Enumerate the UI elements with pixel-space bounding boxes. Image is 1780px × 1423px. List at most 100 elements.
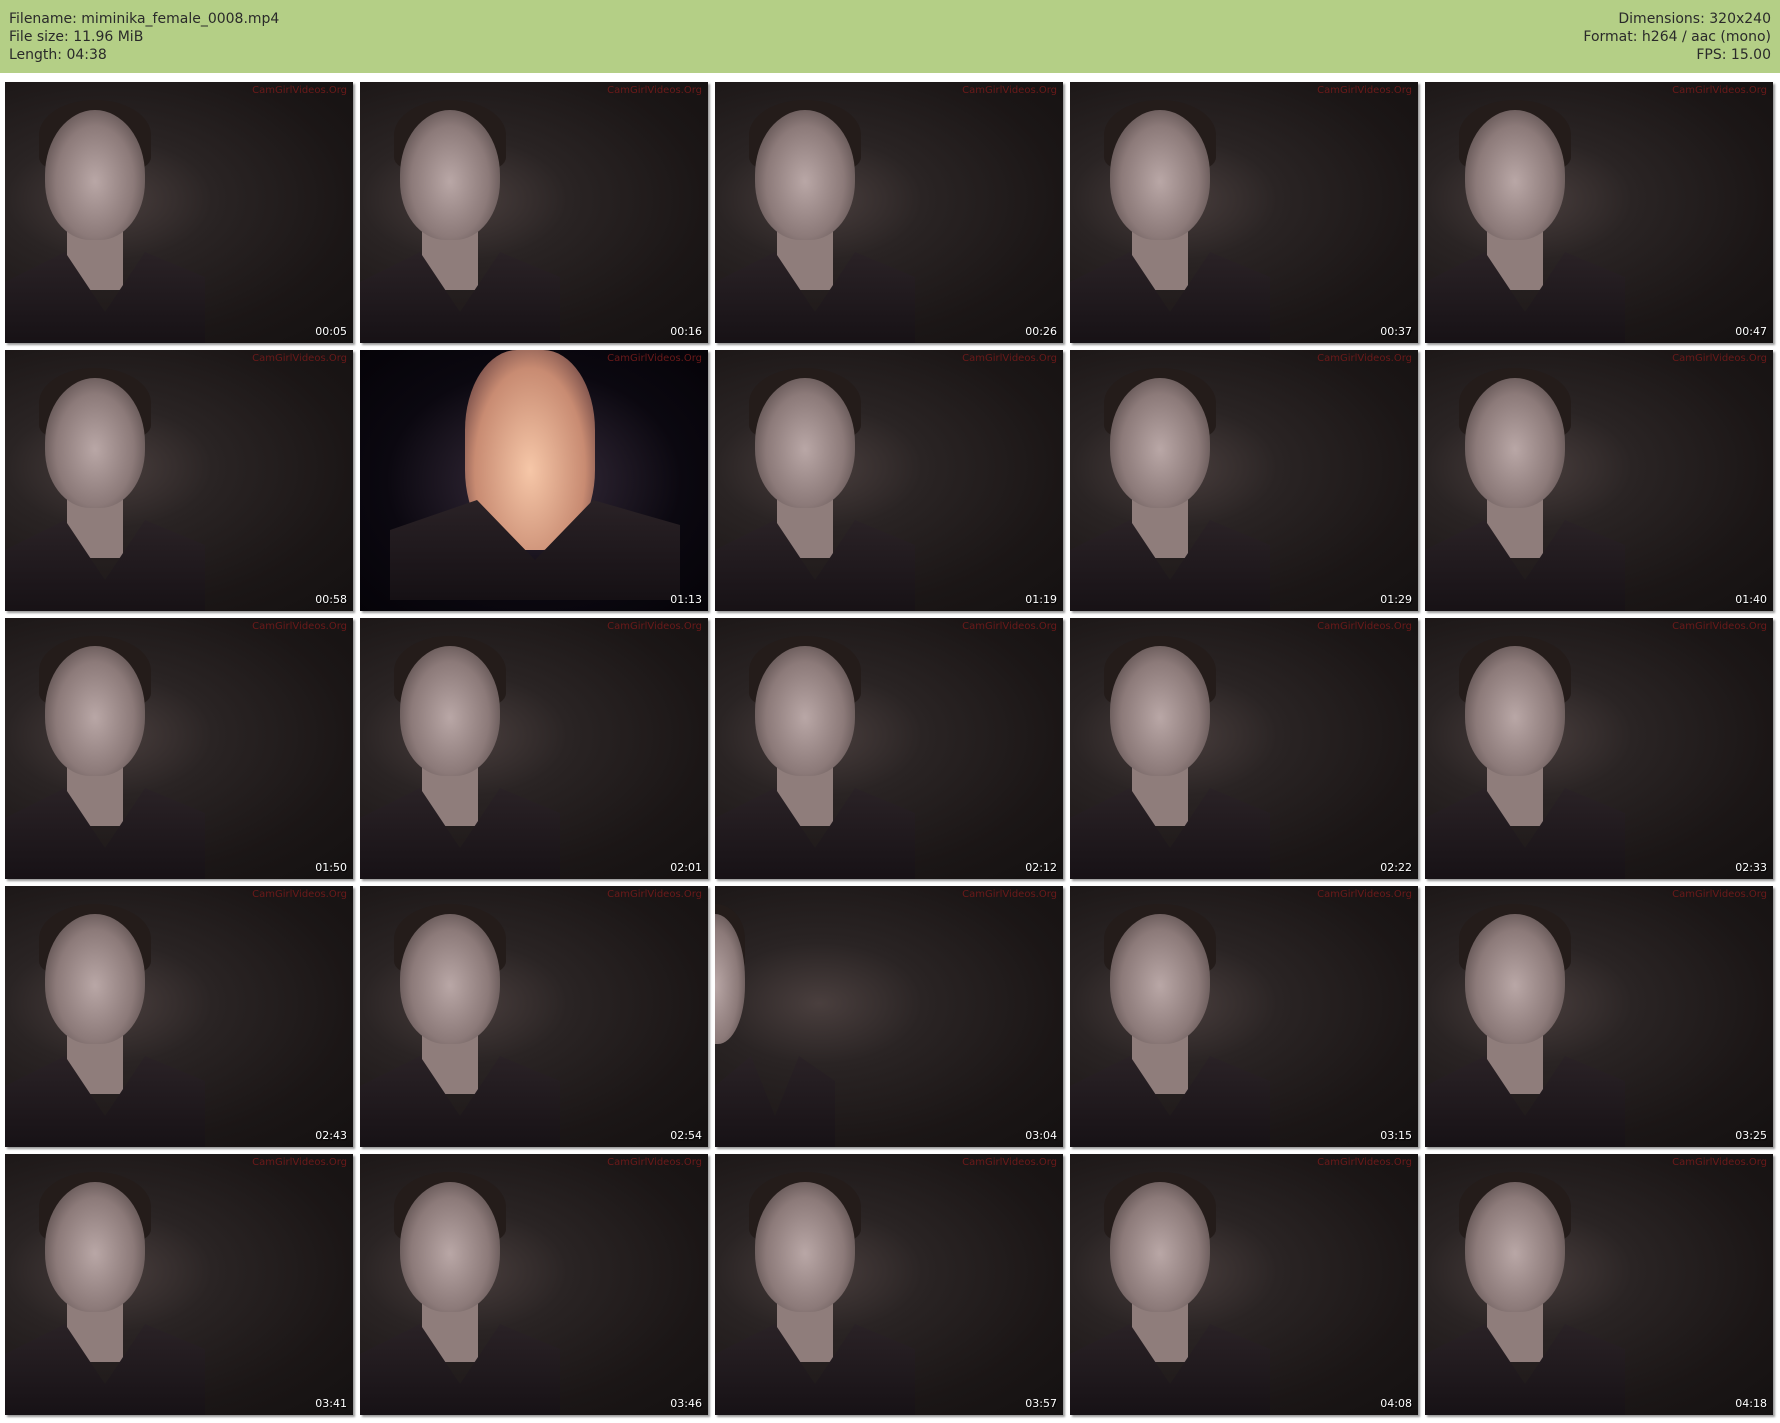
video-thumbnail[interactable]: CamGirlVideos.Org 03:04 [715, 886, 1063, 1147]
frame-image [400, 1182, 500, 1312]
video-thumbnail[interactable]: CamGirlVideos.Org 03:15 [1070, 886, 1418, 1147]
video-thumbnail[interactable]: CamGirlVideos.Org 03:46 [360, 1154, 708, 1415]
watermark: CamGirlVideos.Org [607, 1157, 702, 1168]
frame-image [1110, 110, 1210, 240]
frame-image [1465, 1182, 1565, 1312]
video-thumbnail[interactable]: CamGirlVideos.Org 00:26 [715, 82, 1063, 343]
timestamp: 02:54 [670, 1129, 702, 1142]
watermark: CamGirlVideos.Org [1317, 889, 1412, 900]
video-thumbnail[interactable]: CamGirlVideos.Org 02:12 [715, 618, 1063, 879]
video-thumbnail[interactable]: CamGirlVideos.Org 00:47 [1425, 82, 1773, 343]
timestamp: 00:37 [1380, 325, 1412, 338]
timestamp: 04:08 [1380, 1397, 1412, 1410]
timestamp: 02:33 [1735, 861, 1767, 874]
frame-image [1110, 1182, 1210, 1312]
watermark: CamGirlVideos.Org [607, 85, 702, 96]
frame-image [45, 378, 145, 508]
timestamp: 02:01 [670, 861, 702, 874]
frame-image [755, 1182, 855, 1312]
timestamp: 04:18 [1735, 1397, 1767, 1410]
timestamp: 01:19 [1025, 593, 1057, 606]
watermark: CamGirlVideos.Org [607, 621, 702, 632]
frame-image [45, 914, 145, 1044]
watermark: CamGirlVideos.Org [1672, 85, 1767, 96]
watermark: CamGirlVideos.Org [962, 621, 1057, 632]
file-info: Filename: miminika_female_0008.mp4 File … [9, 10, 279, 64]
length-text: Length: 04:38 [9, 47, 107, 63]
watermark: CamGirlVideos.Org [252, 1157, 347, 1168]
filename-text: Filename: miminika_female_0008.mp4 [9, 11, 280, 27]
timestamp: 03:41 [315, 1397, 347, 1410]
frame-image [45, 110, 145, 240]
frame-image [1110, 914, 1210, 1044]
watermark: CamGirlVideos.Org [962, 353, 1057, 364]
frame-image [45, 646, 145, 776]
video-thumbnail[interactable]: CamGirlVideos.Org 00:05 [5, 82, 353, 343]
thumbnail-grid: CamGirlVideos.Org 00:05 CamGirlVideos.Org 0… [5, 82, 1775, 1417]
watermark: CamGirlVideos.Org [1672, 621, 1767, 632]
watermark: CamGirlVideos.Org [1672, 1157, 1767, 1168]
video-info: Dimensions: 320x240 Format: h264 / aac (… [1583, 10, 1771, 64]
video-thumbnail[interactable]: CamGirlVideos.Org 00:37 [1070, 82, 1418, 343]
timestamp: 03:04 [1025, 1129, 1057, 1142]
frame-image [400, 914, 500, 1044]
video-thumbnail[interactable]: CamGirlVideos.Org 01:40 [1425, 350, 1773, 611]
watermark: CamGirlVideos.Org [252, 889, 347, 900]
timestamp: 02:12 [1025, 861, 1057, 874]
video-thumbnail[interactable]: CamGirlVideos.Org 02:33 [1425, 618, 1773, 879]
watermark: CamGirlVideos.Org [607, 889, 702, 900]
video-thumbnail[interactable]: CamGirlVideos.Org 04:18 [1425, 1154, 1773, 1415]
watermark: CamGirlVideos.Org [1317, 621, 1412, 632]
video-thumbnail[interactable]: CamGirlVideos.Org 01:29 [1070, 350, 1418, 611]
frame-image [755, 110, 855, 240]
fps-text: FPS: 15.00 [1696, 47, 1771, 63]
frame-image [1110, 646, 1210, 776]
timestamp: 03:15 [1380, 1129, 1412, 1142]
frame-image [400, 110, 500, 240]
watermark: CamGirlVideos.Org [252, 85, 347, 96]
video-thumbnail[interactable]: CamGirlVideos.Org 03:25 [1425, 886, 1773, 1147]
timestamp: 03:25 [1735, 1129, 1767, 1142]
frame-image [1465, 646, 1565, 776]
video-thumbnail[interactable]: CamGirlVideos.Org 01:13 [360, 350, 708, 611]
format-text: Format: h264 / aac (mono) [1583, 29, 1771, 45]
timestamp: 01:40 [1735, 593, 1767, 606]
watermark: CamGirlVideos.Org [962, 85, 1057, 96]
timestamp: 00:58 [315, 593, 347, 606]
video-thumbnail[interactable]: CamGirlVideos.Org 02:01 [360, 618, 708, 879]
watermark: CamGirlVideos.Org [1317, 85, 1412, 96]
timestamp: 01:29 [1380, 593, 1412, 606]
watermark: CamGirlVideos.Org [1672, 353, 1767, 364]
frame-image [45, 1182, 145, 1312]
frame-image [755, 378, 855, 508]
video-thumbnail[interactable]: CamGirlVideos.Org 02:54 [360, 886, 708, 1147]
timestamp: 00:47 [1735, 325, 1767, 338]
frame-image [1465, 378, 1565, 508]
frame-image [715, 1056, 835, 1147]
timestamp: 01:50 [315, 861, 347, 874]
watermark: CamGirlVideos.Org [962, 1157, 1057, 1168]
watermark: CamGirlVideos.Org [962, 889, 1057, 900]
video-thumbnail[interactable]: CamGirlVideos.Org 04:08 [1070, 1154, 1418, 1415]
video-thumbnail[interactable]: CamGirlVideos.Org 02:43 [5, 886, 353, 1147]
dimensions-text: Dimensions: 320x240 [1618, 11, 1771, 27]
video-thumbnail[interactable]: CamGirlVideos.Org 00:58 [5, 350, 353, 611]
watermark: CamGirlVideos.Org [1317, 353, 1412, 364]
video-thumbnail[interactable]: CamGirlVideos.Org 03:41 [5, 1154, 353, 1415]
frame-image [1465, 110, 1565, 240]
video-thumbnail[interactable]: CamGirlVideos.Org 02:22 [1070, 618, 1418, 879]
watermark: CamGirlVideos.Org [252, 353, 347, 364]
timestamp: 03:46 [670, 1397, 702, 1410]
video-thumbnail[interactable]: CamGirlVideos.Org 01:50 [5, 618, 353, 879]
info-header: Filename: miminika_female_0008.mp4 File … [0, 0, 1780, 73]
video-thumbnail[interactable]: CamGirlVideos.Org 03:57 [715, 1154, 1063, 1415]
watermark: CamGirlVideos.Org [1672, 889, 1767, 900]
timestamp: 00:26 [1025, 325, 1057, 338]
video-thumbnail[interactable]: CamGirlVideos.Org 01:19 [715, 350, 1063, 611]
frame-image [1110, 378, 1210, 508]
timestamp: 03:57 [1025, 1397, 1057, 1410]
video-thumbnail[interactable]: CamGirlVideos.Org 00:16 [360, 82, 708, 343]
watermark: CamGirlVideos.Org [1317, 1157, 1412, 1168]
frame-image [755, 646, 855, 776]
frame-image [1465, 914, 1565, 1044]
